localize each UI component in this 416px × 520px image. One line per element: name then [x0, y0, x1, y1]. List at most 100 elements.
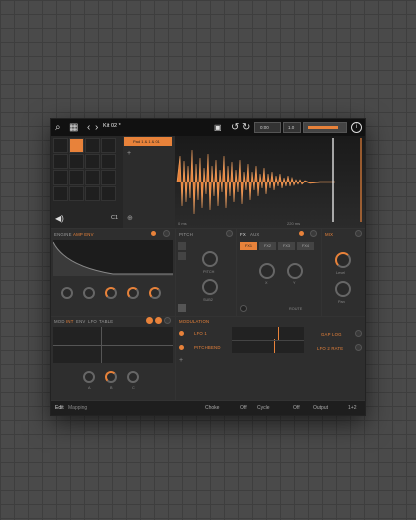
mod-source-1-dot[interactable] — [179, 331, 184, 336]
sustain-knob[interactable] — [127, 287, 139, 299]
mod-source-1[interactable]: LFO 1 — [194, 331, 207, 336]
pad[interactable] — [53, 170, 68, 185]
lfo-knob-b[interactable] — [105, 371, 117, 383]
kit-name[interactable]: Kit 02 * — [103, 123, 121, 129]
fx-power-dot[interactable] — [299, 231, 304, 236]
target-icon[interactable]: ⊕ — [127, 214, 133, 222]
tab-aux[interactable]: AUX — [250, 232, 259, 237]
envelope-menu-icon[interactable] — [163, 230, 170, 237]
pad[interactable] — [85, 154, 100, 169]
pad[interactable] — [53, 138, 68, 153]
note-label: C1 — [111, 215, 119, 221]
pad[interactable] — [69, 170, 84, 185]
tempo-field[interactable]: 0:00 — [254, 122, 281, 133]
fx-slot-1[interactable]: FX1 — [240, 242, 257, 250]
lfo-label-a: A — [88, 386, 91, 390]
lfo-knob-a[interactable] — [83, 371, 95, 383]
tab-edit[interactable]: Edit — [55, 405, 64, 411]
signature-field[interactable]: 1.0 — [283, 122, 301, 133]
fx-menu-icon[interactable] — [310, 230, 317, 237]
fx-x-knob[interactable] — [259, 263, 275, 279]
pad-1[interactable] — [69, 138, 84, 153]
pad[interactable] — [85, 186, 100, 201]
mod-matrix-graph[interactable] — [232, 327, 304, 353]
mod-target-1[interactable]: GAP LOG — [321, 332, 342, 337]
pitch-knob-label: PITCH — [203, 270, 215, 274]
output-value[interactable]: 1+2 — [348, 405, 356, 411]
tab-engine[interactable]: ENGINE — [54, 232, 72, 237]
cycle-value[interactable]: Off — [293, 405, 300, 411]
fx-y-knob[interactable] — [287, 263, 303, 279]
pad[interactable] — [101, 154, 116, 169]
attack-knob[interactable] — [61, 287, 73, 299]
waveform-display[interactable]: 0 ms 220 ms — [175, 136, 365, 228]
decay-knob[interactable] — [105, 287, 117, 299]
add-mod-icon[interactable]: + — [179, 357, 183, 364]
mod-remove-1-icon[interactable] — [355, 330, 362, 337]
undo-icon[interactable]: ↺ — [231, 122, 239, 133]
pitch-title: PITCH — [179, 232, 193, 237]
choke-value[interactable]: Off — [240, 405, 247, 411]
lfo-knob-c[interactable] — [127, 371, 139, 383]
mix-menu-icon[interactable] — [355, 230, 362, 237]
pad[interactable] — [85, 170, 100, 185]
tab-mod[interactable]: MOD — [54, 319, 65, 324]
pan-label: Pan — [338, 300, 345, 304]
mod-target-2[interactable]: LFO 2 RATE — [317, 346, 343, 351]
envelope-graph[interactable] — [53, 240, 173, 276]
fx-route-label: ROUTE — [289, 307, 303, 311]
add-pad-icon[interactable]: + — [127, 150, 131, 157]
hold-knob[interactable] — [83, 287, 95, 299]
pad[interactable] — [69, 154, 84, 169]
fx-route-toggle[interactable] — [240, 305, 247, 312]
mod-source-2-dot[interactable] — [179, 345, 184, 350]
tab-lfo[interactable]: LFO — [88, 319, 97, 324]
tab-env[interactable]: ENV — [76, 319, 85, 324]
modulation-panel: MODULATION LFO 1 PITCHBEND + GAP LOG LFO… — [176, 317, 365, 400]
sub-knob[interactable] — [202, 279, 218, 295]
pad-list: Pad 1 & 1 & 01 + ⊕ — [123, 136, 175, 228]
tab-mapping[interactable]: Mapping — [68, 405, 87, 411]
pad[interactable] — [101, 170, 116, 185]
chevron-left-icon[interactable]: ‹ — [87, 122, 90, 133]
selected-pad-row[interactable]: Pad 1 & 1 & 01 — [124, 137, 172, 146]
level-knob[interactable] — [335, 252, 351, 268]
pan-knob[interactable] — [335, 281, 351, 297]
pad[interactable] — [69, 186, 84, 201]
fx-slot-3[interactable]: FX3 — [278, 242, 295, 250]
redo-icon[interactable]: ↻ — [242, 122, 250, 133]
envelope-power-dot[interactable] — [151, 231, 156, 236]
chevron-right-icon[interactable]: › — [95, 122, 98, 133]
lfo-btn-3[interactable] — [164, 317, 171, 324]
pad[interactable] — [85, 138, 100, 153]
waveform — [176, 138, 362, 222]
release-knob[interactable] — [149, 287, 161, 299]
tab-table[interactable]: TABLE — [99, 319, 113, 324]
pad[interactable] — [53, 154, 68, 169]
pitch-knob[interactable] — [202, 251, 218, 267]
tab-fx[interactable]: FX — [240, 232, 246, 237]
signature-value: 1.0 — [288, 125, 295, 130]
mod-remove-2-icon[interactable] — [355, 344, 362, 351]
grid-icon[interactable]: ▦ — [69, 122, 78, 133]
tab-int[interactable]: INT — [66, 319, 74, 324]
pad[interactable] — [101, 186, 116, 201]
fx-slot-2[interactable]: FX2 — [259, 242, 276, 250]
pitch-sync-button[interactable] — [178, 304, 186, 312]
pitch-btn-b[interactable] — [178, 252, 186, 260]
lfo-btn-2[interactable] — [155, 317, 162, 324]
pitch-btn-a[interactable] — [178, 242, 186, 250]
speaker-icon[interactable]: ◀) — [55, 214, 64, 223]
pitch-menu-icon[interactable] — [226, 230, 233, 237]
pad[interactable] — [101, 138, 116, 153]
lfo-btn-1[interactable] — [146, 317, 153, 324]
fx-slot-4[interactable]: FX4 — [297, 242, 314, 250]
pad[interactable] — [53, 186, 68, 201]
image-icon[interactable]: ▣ — [214, 122, 222, 133]
info-icon[interactable]: i — [351, 122, 362, 133]
tab-amp-env[interactable]: AMP ENV — [73, 232, 94, 237]
mod-source-2[interactable]: PITCHBEND — [194, 345, 221, 350]
lfo-graph[interactable] — [53, 327, 173, 363]
volume-slider[interactable] — [303, 122, 347, 133]
search-icon[interactable]: ⌕ — [55, 122, 61, 133]
